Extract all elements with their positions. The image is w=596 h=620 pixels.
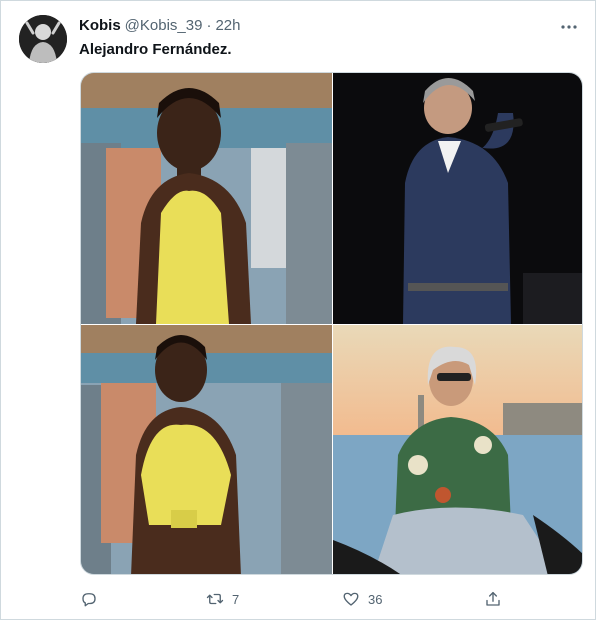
- media-grid: [80, 72, 583, 575]
- tweet-actions: 7 36: [80, 587, 520, 611]
- photo-1-image: [81, 73, 332, 324]
- separator-dot: ·: [206, 17, 212, 34]
- retweet-button[interactable]: 7: [206, 587, 239, 611]
- more-options-button[interactable]: [557, 15, 581, 39]
- user-handle[interactable]: @Kobis_39: [125, 17, 203, 34]
- timestamp[interactable]: 22h: [215, 17, 240, 34]
- more-horizontal-icon: [561, 25, 577, 29]
- retweet-icon: [206, 593, 224, 605]
- display-name[interactable]: Kobis: [79, 17, 121, 34]
- reply-icon: [82, 593, 96, 607]
- photo-3-image: [81, 325, 332, 574]
- photo-2[interactable]: [333, 73, 582, 324]
- photo-2-image: [333, 73, 582, 324]
- photo-1[interactable]: [81, 73, 332, 324]
- heart-icon: [343, 592, 359, 606]
- share-icon: [486, 591, 500, 606]
- reply-button[interactable]: [80, 587, 98, 611]
- like-button[interactable]: 36: [342, 587, 382, 611]
- tweet[interactable]: Kobis @Kobis_39 · 22h Alejandro Fernánde…: [0, 0, 596, 620]
- photo-4-image: [333, 325, 582, 574]
- retweet-count: 7: [232, 591, 240, 607]
- avatar[interactable]: [19, 15, 67, 63]
- like-count: 36: [368, 591, 383, 607]
- avatar-image: [19, 15, 67, 63]
- tweet-text: Alejandro Fernández.: [79, 41, 232, 58]
- tweet-header: Kobis @Kobis_39 · 22h: [79, 17, 240, 34]
- share-button[interactable]: [484, 587, 502, 611]
- photo-3[interactable]: [81, 325, 332, 574]
- photo-4[interactable]: [333, 325, 582, 574]
